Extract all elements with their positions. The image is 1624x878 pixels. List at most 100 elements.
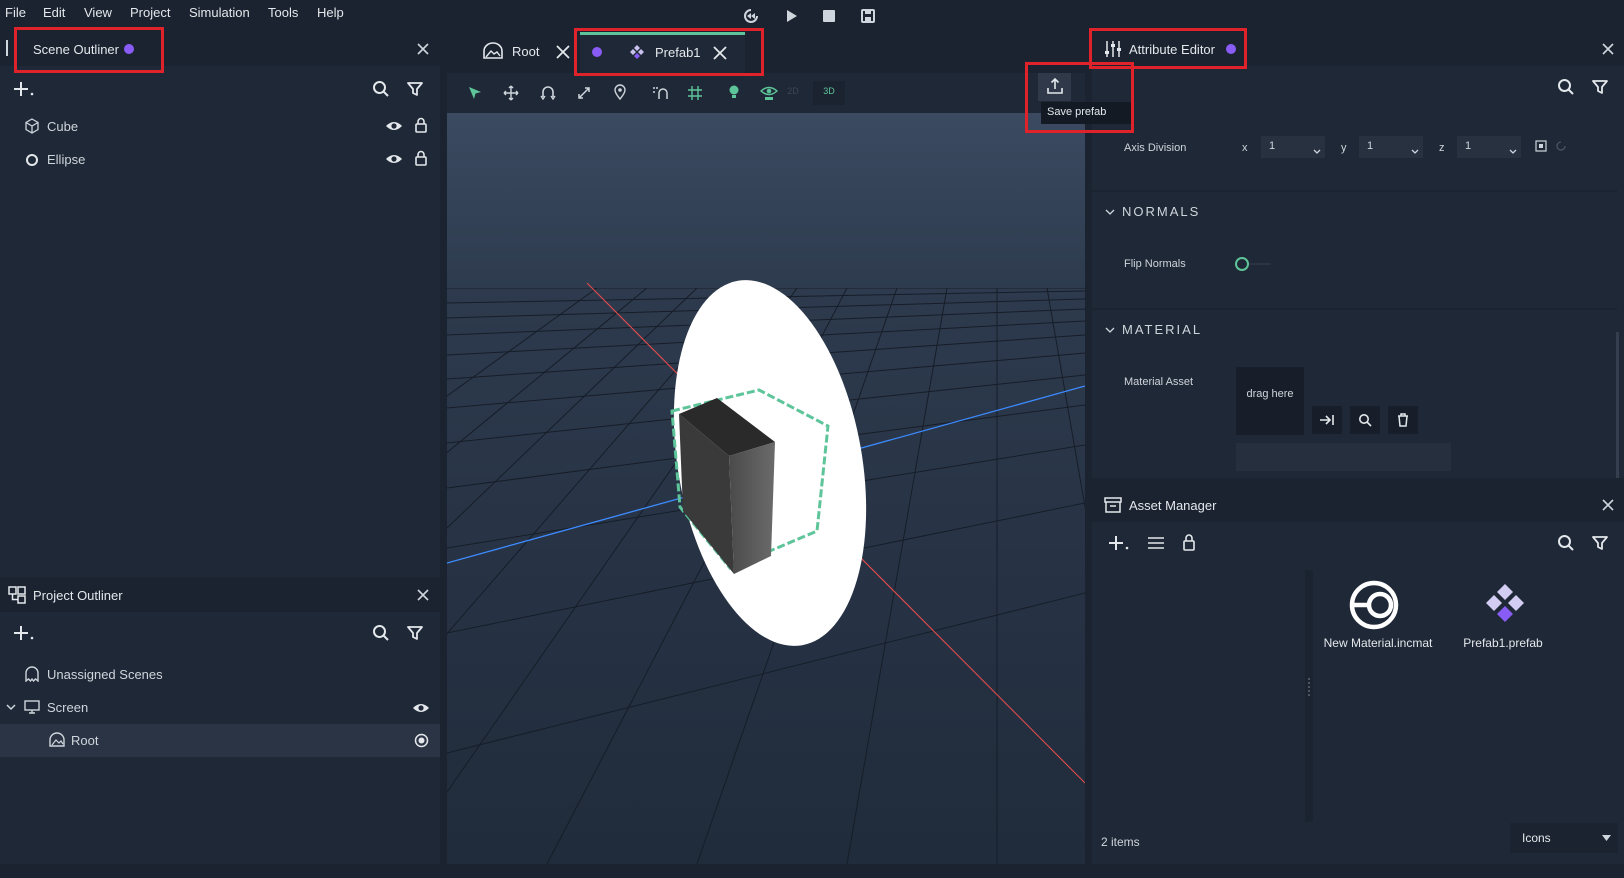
lock-icon[interactable] — [414, 117, 428, 133]
tree-row-label: Screen — [47, 700, 89, 715]
find-asset-button[interactable] — [1350, 406, 1380, 434]
grid-icon[interactable] — [687, 85, 703, 101]
viewport-3d[interactable] — [447, 113, 1085, 864]
close-icon[interactable] — [1600, 41, 1616, 57]
close-icon[interactable] — [1600, 497, 1616, 513]
search-icon[interactable] — [1557, 534, 1575, 552]
scrollbar[interactable] — [1616, 332, 1619, 478]
tab-root[interactable]: Root — [459, 32, 579, 73]
chevron-down-icon[interactable] — [6, 703, 16, 711]
panel-grip-icon[interactable] — [6, 40, 12, 56]
scene-outliner-panel: Scene Outliner Cube Ellipse — [0, 32, 440, 577]
x-label: x — [1242, 142, 1248, 154]
chevron-down-icon[interactable] — [1105, 208, 1115, 216]
menu-view[interactable]: View — [84, 5, 112, 20]
menu-tools[interactable]: Tools — [268, 5, 298, 20]
snap-icon[interactable] — [652, 85, 668, 101]
tree-row-root[interactable]: Root — [0, 724, 440, 757]
material-drop-zone[interactable]: drag here — [1236, 367, 1304, 435]
scene-icon — [49, 732, 65, 748]
asset-manager-title: Asset Manager — [1129, 498, 1217, 513]
eye-icon[interactable] — [412, 701, 430, 715]
material-icon — [1349, 580, 1399, 630]
add-icon[interactable] — [13, 80, 35, 98]
list-view-icon[interactable] — [1147, 535, 1165, 551]
tree-row-screen[interactable]: Screen — [0, 691, 440, 724]
cube-icon — [24, 118, 40, 134]
filter-icon[interactable] — [406, 624, 424, 642]
chevron-down-icon — [1411, 149, 1419, 154]
menu-file[interactable]: File — [5, 5, 26, 20]
list-item[interactable]: Cube — [0, 110, 440, 143]
filter-icon[interactable] — [1591, 78, 1609, 96]
rotate-icon[interactable] — [540, 85, 556, 101]
asset-manager-header: Asset Manager — [1092, 488, 1624, 522]
asset-grid: New Material.incmat Prefab1.prefab — [1313, 570, 1624, 822]
project-outliner-toolbar — [0, 612, 440, 652]
y-label: y — [1341, 142, 1347, 154]
list-item-label: Ellipse — [47, 152, 86, 167]
add-icon[interactable] — [1108, 534, 1130, 552]
x-spinbox[interactable]: 1 — [1261, 136, 1325, 158]
mode-3d-button[interactable]: 3D — [813, 81, 845, 105]
rewind-icon[interactable] — [742, 7, 760, 25]
add-icon[interactable] — [13, 624, 35, 642]
flip-normals-label: Flip Normals — [1124, 258, 1186, 270]
move-icon[interactable] — [503, 85, 519, 101]
search-icon[interactable] — [372, 624, 390, 642]
chevron-down-icon — [1313, 149, 1321, 154]
y-value: 1 — [1367, 140, 1374, 152]
eye-icon[interactable] — [385, 152, 403, 166]
filter-icon[interactable] — [1591, 534, 1609, 552]
light-bulb-icon[interactable] — [726, 84, 742, 100]
clear-asset-button[interactable] — [1388, 406, 1418, 434]
z-spinbox[interactable]: 1 — [1457, 136, 1521, 158]
menu-project[interactable]: Project — [130, 5, 170, 20]
asset-tile-material[interactable]: New Material.incmat — [1313, 570, 1443, 660]
pin-icon[interactable] — [612, 84, 628, 100]
select-arrow-icon[interactable] — [467, 85, 483, 101]
menu-help[interactable]: Help — [317, 5, 344, 20]
save-icon[interactable] — [859, 7, 877, 25]
asset-tile-label: New Material.incmat — [1323, 636, 1433, 650]
close-icon[interactable] — [555, 44, 571, 60]
search-icon[interactable] — [1557, 78, 1575, 96]
mode-2d-button[interactable]: 2D — [777, 81, 809, 105]
y-spinbox[interactable]: 1 — [1359, 136, 1423, 158]
lock-icon[interactable] — [414, 150, 428, 166]
asset-tile-prefab[interactable]: Prefab1.prefab — [1443, 570, 1563, 660]
flip-normals-toggle[interactable] — [1235, 257, 1273, 271]
scale-icon[interactable] — [576, 85, 592, 101]
assign-button[interactable] — [1312, 406, 1342, 434]
filter-icon[interactable] — [406, 80, 424, 98]
toggle-knob — [1235, 257, 1249, 271]
material-section: MATERIAL Material Asset drag here — [1092, 310, 1617, 476]
menu-simulation[interactable]: Simulation — [189, 5, 250, 20]
asset-manager-footer: 2 items Icons — [1092, 822, 1624, 864]
chevron-down-icon — [1509, 149, 1517, 154]
splitter[interactable] — [1305, 570, 1313, 822]
tree-row-unassigned[interactable]: Unassigned Scenes — [0, 658, 440, 691]
asset-folder-tree — [1092, 570, 1305, 822]
scene-outliner-toolbar — [0, 70, 440, 110]
eye-icon[interactable] — [385, 119, 403, 133]
ellipse-icon — [25, 153, 39, 167]
x-value: 1 — [1269, 140, 1276, 152]
menu-edit[interactable]: Edit — [43, 5, 65, 20]
chevron-down-icon[interactable] — [1105, 326, 1115, 334]
play-icon[interactable] — [782, 7, 800, 25]
reset-icon[interactable] — [1555, 140, 1567, 152]
arrow-right-to-bar-icon — [1320, 415, 1334, 425]
search-icon[interactable] — [372, 80, 390, 98]
link-icon[interactable] — [1535, 140, 1547, 152]
material-path-field[interactable] — [1236, 443, 1451, 471]
view-eye-2d-icon[interactable] — [760, 85, 778, 101]
view-mode-select[interactable]: Icons — [1510, 823, 1618, 853]
stop-icon[interactable] — [820, 7, 838, 25]
active-radio-icon[interactable] — [414, 733, 429, 748]
cube-front-face[interactable] — [729, 442, 775, 574]
close-icon[interactable] — [415, 587, 431, 603]
list-item[interactable]: Ellipse — [0, 143, 440, 176]
close-icon[interactable] — [415, 41, 431, 57]
lock-icon[interactable] — [1182, 533, 1196, 551]
